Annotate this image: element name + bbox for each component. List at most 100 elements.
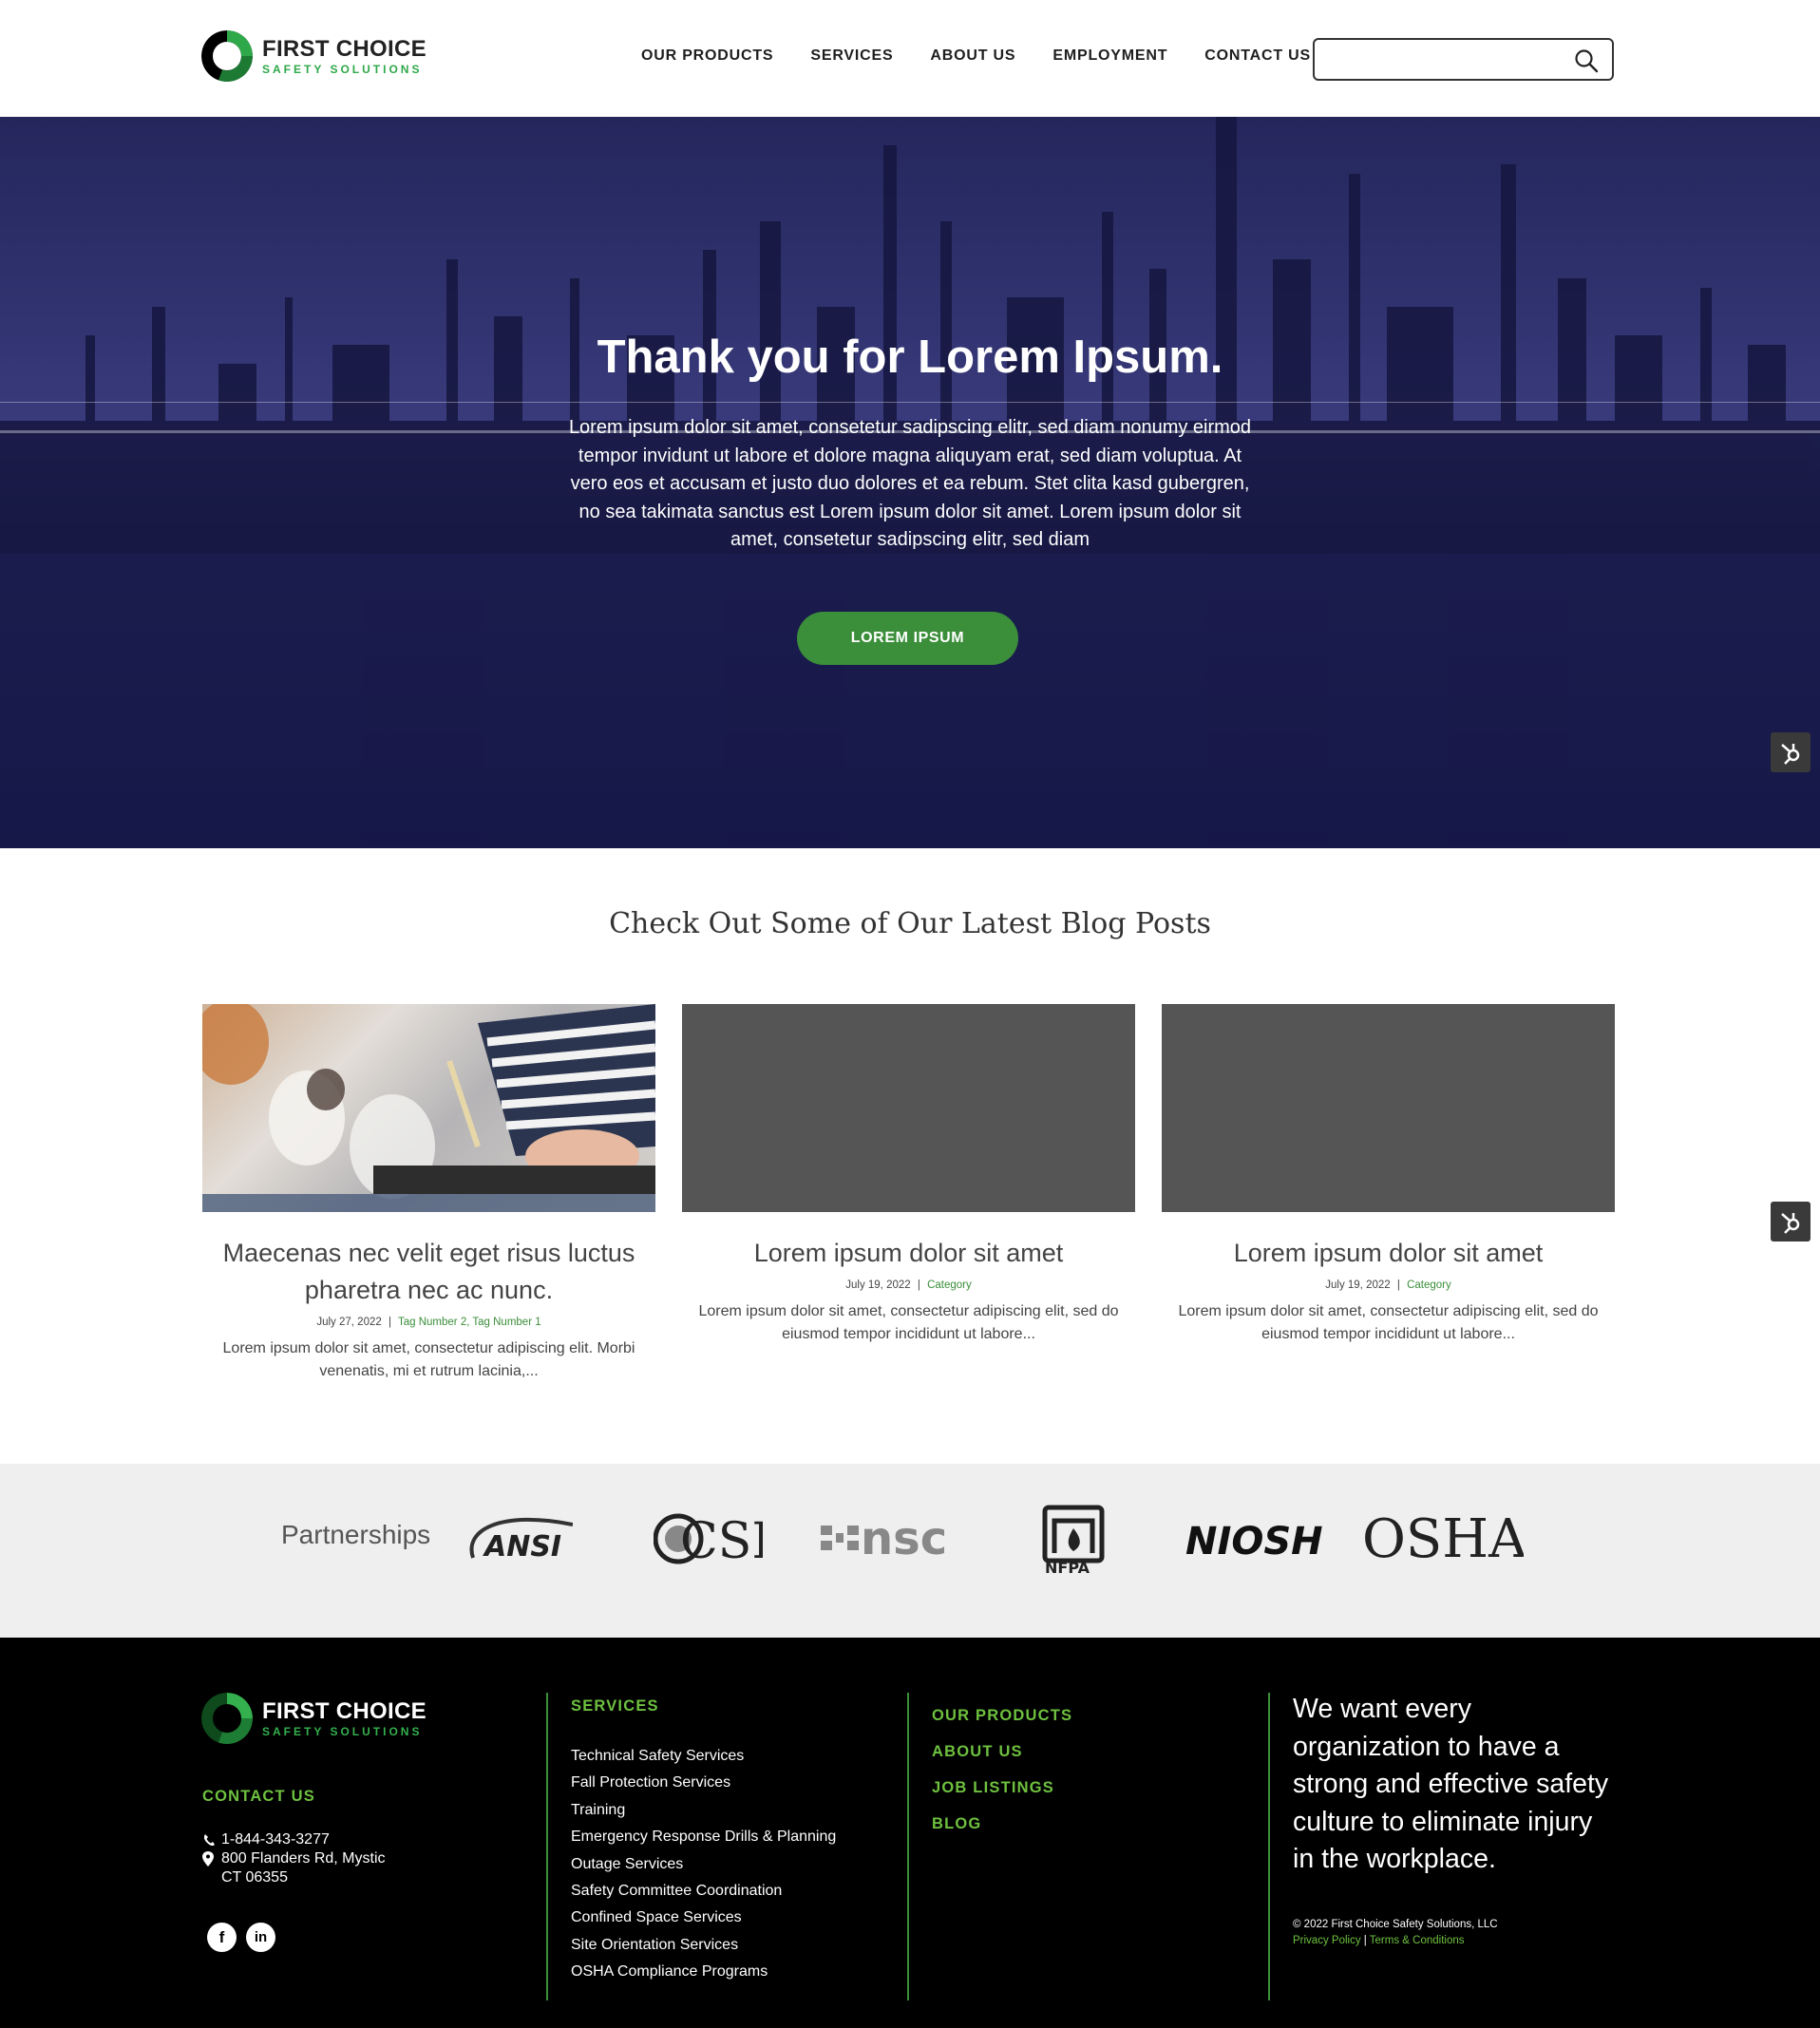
blog-card-image[interactable]	[202, 1004, 655, 1212]
footer-address-line-1: 800 Flanders Rd, Mystic	[221, 1850, 386, 1867]
blog-card[interactable]: Lorem ipsum dolor sit amet July 19, 2022…	[1162, 1004, 1615, 1346]
footer-service-link[interactable]: OSHA Compliance Programs	[571, 1959, 836, 1985]
nav-employment[interactable]: EMPLOYMENT	[1052, 47, 1167, 65]
osha-logo: OSHA	[1362, 1508, 1527, 1571]
csb-logo: CSB	[653, 1510, 788, 1572]
blog-card-tags[interactable]: Tag Number 2, Tag Number 1	[398, 1317, 541, 1328]
main-nav: OUR PRODUCTS SERVICES ABOUT US EMPLOYMEN…	[641, 47, 1348, 65]
footer-divider	[907, 1693, 909, 2000]
brand-logo[interactable]: FIRST CHOICE SAFETY SOLUTIONS	[201, 30, 427, 82]
nsc-logo-text: nsc	[861, 1516, 947, 1564]
niosh-logo-text: NIOSH	[1185, 1520, 1323, 1564]
csb-logo-text: CSB	[680, 1513, 763, 1567]
blog-card[interactable]: Maecenas nec velit eget risus luctus pha…	[202, 1004, 655, 1383]
logo-ring-icon	[201, 30, 253, 82]
footer-service-link[interactable]: Site Orientation Services	[571, 1932, 836, 1959]
logo-title: FIRST CHOICE	[262, 1697, 427, 1724]
hero-title: Thank you for Lorem Ipsum.	[597, 332, 1223, 383]
site-header: FIRST CHOICE SAFETY SOLUTIONS OUR PRODUC…	[0, 0, 1820, 117]
privacy-policy-link[interactable]: Privacy Policy	[1293, 1935, 1361, 1946]
footer-services-list: Technical Safety Services Fall Protectio…	[571, 1743, 836, 1986]
nav-services[interactable]: SERVICES	[810, 47, 893, 65]
partnerships-band: Partnerships ANSI CSB nsc	[0, 1464, 1820, 1638]
terms-link[interactable]: Terms & Conditions	[1370, 1935, 1465, 1946]
meta-separator: |	[388, 1317, 391, 1328]
ansi-logo-text: ANSI	[483, 1530, 561, 1564]
ansi-logo: ANSI	[464, 1506, 574, 1577]
footer-services-column: SERVICES Technical Safety Services Fall …	[571, 1697, 836, 1986]
footer-divider	[546, 1693, 548, 2000]
meta-separator: |	[1396, 1279, 1400, 1291]
footer-link-job-listings[interactable]: JOB LISTINGS	[932, 1770, 1072, 1806]
footer-copyright: © 2022 First Choice Safety Solutions, LL…	[1293, 1919, 1498, 1930]
blog-card-excerpt: Lorem ipsum dolor sit amet, consectetur …	[1178, 1303, 1599, 1342]
legal-separator: |	[1363, 1935, 1367, 1946]
search-box	[1313, 38, 1614, 81]
blog-section-heading: Check Out Some of Our Latest Blog Posts	[609, 907, 1211, 940]
footer-service-link[interactable]: Confined Space Services	[571, 1905, 836, 1931]
blog-card-date: July 19, 2022	[845, 1279, 911, 1291]
footer-links-column: OUR PRODUCTS ABOUT US JOB LISTINGS BLOG	[932, 1697, 1072, 1842]
logo-ring-icon	[201, 1693, 253, 1744]
linkedin-icon[interactable]: in	[246, 1923, 275, 1952]
search-icon[interactable]	[1574, 48, 1599, 73]
logo-title: FIRST CHOICE	[262, 35, 427, 62]
nsc-logo: nsc	[821, 1512, 963, 1568]
footer-phone[interactable]: 1-844-343-3277	[221, 1830, 330, 1849]
nav-our-products[interactable]: OUR PRODUCTS	[641, 47, 773, 65]
hubspot-sprocket-icon[interactable]	[1771, 1202, 1811, 1241]
blog-card[interactable]: Lorem ipsum dolor sit amet July 19, 2022…	[682, 1004, 1135, 1346]
blog-card-meta: July 19, 2022 | Category	[682, 1279, 1135, 1291]
logo-subtitle: SAFETY SOLUTIONS	[262, 62, 423, 76]
blog-card-image-placeholder[interactable]	[1162, 1004, 1615, 1212]
search-input[interactable]	[1326, 40, 1573, 78]
footer-service-link[interactable]: Safety Committee Coordination	[571, 1878, 836, 1905]
site-footer: FIRST CHOICE SAFETY SOLUTIONS CONTACT US…	[0, 1638, 1820, 2028]
footer-contact-info: 1-844-343-3277 800 Flanders Rd, Mystic C…	[202, 1830, 386, 1887]
partnerships-label: Partnerships	[281, 1520, 431, 1549]
hero-body: Lorem ipsum dolor sit amet, consetetur s…	[568, 417, 1252, 550]
footer-logo[interactable]: FIRST CHOICE SAFETY SOLUTIONS	[201, 1693, 427, 1744]
blog-card-date: July 27, 2022	[316, 1317, 382, 1328]
footer-services-heading[interactable]: SERVICES	[571, 1697, 836, 1715]
footer-tagline: We want every organization to have a str…	[1293, 1694, 1609, 1874]
footer-service-link[interactable]: Fall Protection Services	[571, 1770, 836, 1796]
phone-icon	[203, 1834, 215, 1847]
footer-legal: © 2022 First Choice Safety Solutions, LL…	[1293, 1917, 1498, 1949]
footer-link-blog[interactable]: BLOG	[932, 1806, 1072, 1842]
footer-contact-heading: CONTACT US	[202, 1788, 315, 1805]
footer-service-link[interactable]: Training	[571, 1797, 836, 1824]
blog-card-meta: July 19, 2022 | Category	[1162, 1279, 1615, 1291]
blog-card-meta: July 27, 2022 | Tag Number 2, Tag Number…	[202, 1317, 655, 1328]
footer-service-link[interactable]: Technical Safety Services	[571, 1743, 836, 1770]
logo-subtitle: SAFETY SOLUTIONS	[262, 1724, 423, 1738]
footer-service-link[interactable]: Outage Services	[571, 1851, 836, 1878]
blog-card-category[interactable]: Category	[927, 1279, 972, 1291]
footer-service-link[interactable]: Emergency Response Drills & Planning	[571, 1824, 836, 1850]
blog-card-excerpt: Lorem ipsum dolor sit amet, consectetur …	[222, 1340, 635, 1379]
footer-divider	[1268, 1693, 1270, 2000]
map-pin-icon	[202, 1851, 214, 1867]
blog-card-category[interactable]: Category	[1407, 1279, 1451, 1291]
blog-card-excerpt: Lorem ipsum dolor sit amet, consectetur …	[698, 1303, 1119, 1342]
nfpa-logo-text: NFPA	[1045, 1559, 1090, 1576]
nav-contact-us[interactable]: CONTACT US	[1204, 47, 1311, 65]
blog-card-date: July 19, 2022	[1325, 1279, 1391, 1291]
page: FIRST CHOICE SAFETY SOLUTIONS OUR PRODUC…	[0, 0, 1820, 2028]
hubspot-sprocket-icon[interactable]	[1771, 732, 1811, 772]
nfpa-logo: NFPA	[1041, 1504, 1108, 1581]
nav-about-us[interactable]: ABOUT US	[930, 47, 1015, 65]
blog-card-title[interactable]: Lorem ipsum dolor sit amet	[682, 1235, 1135, 1272]
blog-card-title[interactable]: Lorem ipsum dolor sit amet	[1162, 1235, 1615, 1272]
blog-card-title[interactable]: Maecenas nec velit eget risus luctus pha…	[202, 1235, 655, 1309]
footer-link-our-products[interactable]: OUR PRODUCTS	[932, 1697, 1072, 1734]
osha-logo-text: OSHA	[1362, 1509, 1524, 1566]
blog-card-image-placeholder[interactable]	[682, 1004, 1135, 1212]
footer-address-line-2: CT 06355	[221, 1869, 288, 1886]
footer-link-about-us[interactable]: ABOUT US	[932, 1734, 1072, 1770]
meta-separator: |	[917, 1279, 920, 1291]
hero-banner: Thank you for Lorem Ipsum. Lorem ipsum d…	[0, 117, 1820, 848]
facebook-icon[interactable]: f	[207, 1923, 237, 1952]
hero-cta-button[interactable]: LOREM IPSUM	[797, 612, 1018, 665]
niosh-logo: NIOSH	[1185, 1516, 1337, 1568]
